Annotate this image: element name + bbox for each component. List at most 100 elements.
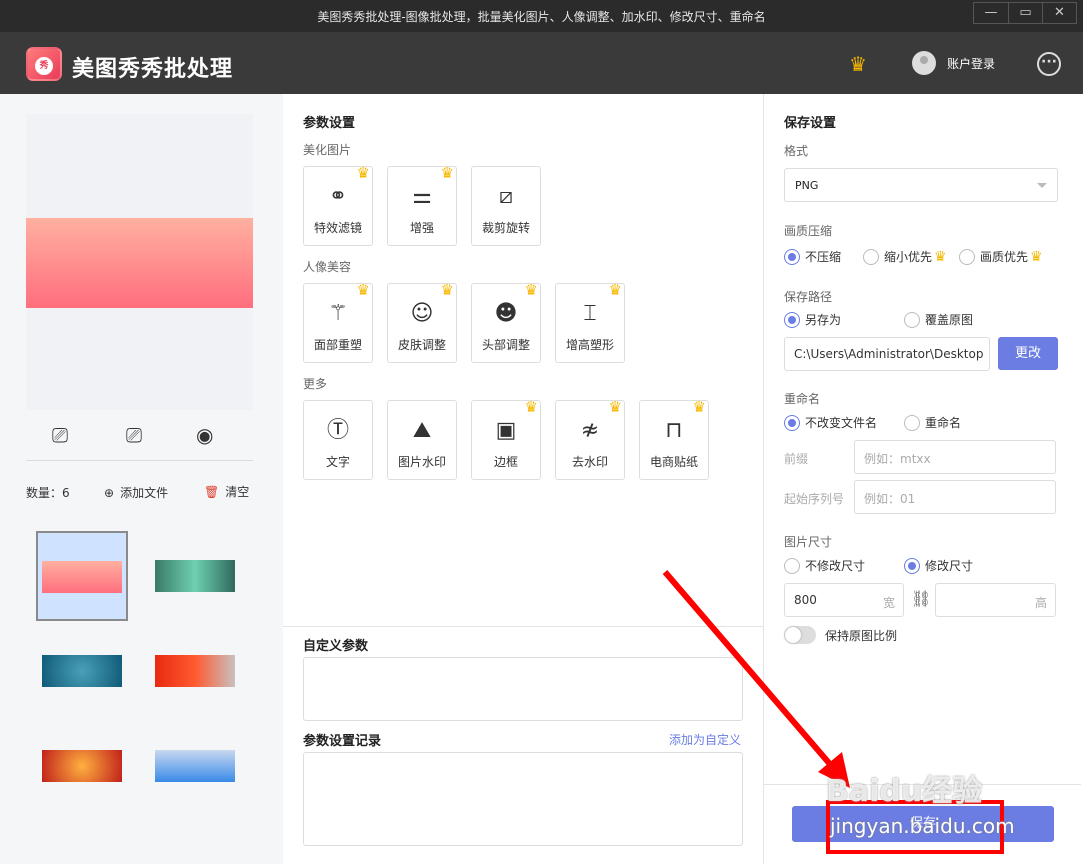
tile-remove-watermark[interactable]: ≉ 去水印 ♛ [555, 398, 625, 480]
watermark-url: jingyan.baidu.com [830, 814, 1015, 838]
thumbnail[interactable] [155, 750, 235, 782]
filter-icon: ⚭ [328, 184, 348, 209]
keep-ratio-toggle[interactable] [784, 626, 816, 644]
height-unit: 高 [1034, 596, 1047, 610]
tile-ecommerce-sticker[interactable]: ⊓ 电商贴纸 ♛ [639, 398, 709, 480]
save-settings-panel: 保存设置 格式 PNG 画质压缩 不压缩 缩小优先 ♛ 画质优先 ♛ 保存路径 另存… [763, 94, 1081, 864]
params-title: 参数设置 [303, 116, 356, 131]
crop-icon: ⧄ [499, 184, 513, 209]
radio-no-resize[interactable]: 不修改尺寸 [784, 557, 865, 574]
avatar[interactable] [912, 51, 936, 75]
thumbnail[interactable] [42, 655, 122, 687]
prefix-input[interactable]: 例如：mtxx [854, 440, 1056, 474]
border-icon: ▣ [495, 418, 517, 443]
image-preview [26, 114, 253, 410]
start-number-input[interactable]: 例如：01 [854, 480, 1056, 514]
thumbnail[interactable] [42, 750, 122, 782]
tile-label: 头部调整 [481, 338, 530, 352]
vip-crown-icon: ♛ [608, 398, 622, 416]
start-number-label: 起始序列号 [784, 492, 845, 506]
radio-dot [959, 248, 975, 265]
window-controls: — ▭ ✕ [973, 2, 1077, 24]
radio-overwrite[interactable]: 覆盖原图 [904, 311, 973, 328]
radio-label: 另存为 [805, 313, 842, 327]
radio-quality-first[interactable]: 画质优先 ♛ [959, 248, 1043, 265]
tile-image-watermark[interactable]: ⛰ 图片水印 [387, 400, 457, 480]
link-ratio-icon[interactable]: ⛓ [911, 589, 931, 608]
quality-label: 画质压缩 [784, 224, 833, 238]
image-icon: ⛰ [412, 418, 432, 443]
tile-label: 边框 [493, 455, 518, 469]
radio-dot [904, 311, 920, 328]
radio-dot [784, 414, 800, 431]
radio-resize[interactable]: 修改尺寸 [904, 557, 973, 574]
path-label: 保存路径 [784, 290, 833, 304]
radio-save-as[interactable]: 另存为 [784, 311, 841, 328]
radio-label: 覆盖原图 [925, 313, 974, 327]
file-count-label: 数量： [26, 486, 63, 500]
radio-label: 缩小优先 [884, 250, 933, 264]
more-menu-icon[interactable]: ··· [1037, 52, 1061, 76]
radio-label: 不修改尺寸 [805, 559, 866, 573]
app-logo: 秀 [26, 47, 62, 81]
tile-label: 文字 [325, 455, 350, 469]
vip-crown-icon: ♛ [356, 164, 370, 182]
login-link[interactable]: 账户登录 [947, 55, 995, 72]
params-record-title: 参数设置记录 [303, 734, 382, 749]
format-select[interactable]: PNG [784, 168, 1058, 202]
custom-params-box[interactable] [303, 657, 743, 721]
window-titlebar: 美图秀秀批处理-图像批处理，批量美化图片、人像调整、加水印、修改尺寸、重命名 —… [0, 0, 1083, 32]
tile-border[interactable]: ▣ 边框 ♛ [471, 398, 541, 480]
add-file-button[interactable]: ⊕ 添加文件 [104, 484, 168, 501]
params-record-box[interactable] [303, 752, 743, 846]
radio-dot [904, 414, 920, 431]
divider [283, 626, 763, 627]
tile-label: 去水印 [571, 455, 608, 469]
group-label-beautify: 美化图片 [303, 143, 352, 157]
radio-label: 画质优先 [980, 250, 1029, 264]
radio-label: 修改尺寸 [925, 559, 974, 573]
preview-image [26, 218, 253, 308]
radio-keep-filename[interactable]: 不改变文件名 [784, 414, 877, 431]
add-custom-link[interactable]: 添加为自定义 [669, 731, 741, 748]
app-name: 美图秀秀批处理 [72, 57, 234, 82]
watermark-brand: Baidu经验 [826, 774, 983, 809]
tile-skin-adjust[interactable]: ☺ 皮肤调整 ♛ [387, 281, 457, 363]
radio-dot [784, 248, 800, 265]
tile-text[interactable]: Ⓣ 文字 [303, 400, 373, 480]
tile-head-adjust[interactable]: ☻ 头部调整 ♛ [471, 281, 541, 363]
window-title: 美图秀秀批处理-图像批处理，批量美化图片、人像调整、加水印、修改尺寸、重命名 [317, 10, 766, 24]
maximize-button[interactable]: ▭ [1008, 3, 1042, 23]
tile-enhance[interactable]: ⚌ 增强 ♛ [387, 164, 457, 246]
tile-crop-rotate[interactable]: ⧄ 裁剪旋转 [471, 166, 541, 246]
close-button[interactable]: ✕ [1042, 3, 1076, 23]
thumbnail-selected[interactable] [36, 531, 128, 621]
radio-label: 不压缩 [805, 250, 842, 264]
width-input[interactable]: 800 宽 [784, 583, 904, 617]
vip-crown-icon: ♛ [524, 398, 538, 416]
clear-button[interactable]: 🗑 清空 [204, 483, 249, 500]
minimize-button[interactable]: — [974, 3, 1008, 23]
tile-label: 裁剪旋转 [481, 221, 530, 235]
height-input[interactable]: 高 [935, 583, 1056, 617]
radio-dot [784, 557, 800, 574]
change-path-button[interactable]: 更改 [998, 337, 1058, 370]
radio-rename[interactable]: 重命名 [904, 414, 961, 431]
keep-ratio-label: 保持原图比例 [825, 629, 898, 643]
tile-height-shape[interactable]: ⌶ 增高塑形 ♛ [555, 281, 625, 363]
clear-label: 清空 [225, 485, 250, 499]
tile-filter[interactable]: ⚭ 特效滤镜 ♛ [303, 164, 373, 246]
tile-face-reshape[interactable]: ⚚ 面部重塑 ♛ [303, 281, 373, 363]
vip-crown-icon: ♛ [440, 281, 454, 299]
save-path-field[interactable]: C:\Users\Administrator\Desktop [784, 337, 990, 371]
radio-size-first[interactable]: 缩小优先 ♛ [863, 248, 947, 265]
rotate-left-icon[interactable]: ⎚ [52, 423, 68, 447]
vip-crown-icon[interactable]: ♛ [849, 52, 867, 76]
rotate-right-icon[interactable]: ⎚ [126, 423, 142, 447]
thumbnail[interactable] [155, 560, 235, 592]
preview-eye-icon[interactable]: ◉ [196, 423, 213, 447]
file-count: 数量：6 [26, 484, 70, 501]
thumbnail[interactable] [155, 655, 235, 687]
group-label-portrait: 人像美容 [303, 260, 352, 274]
radio-no-compress[interactable]: 不压缩 [784, 248, 841, 265]
